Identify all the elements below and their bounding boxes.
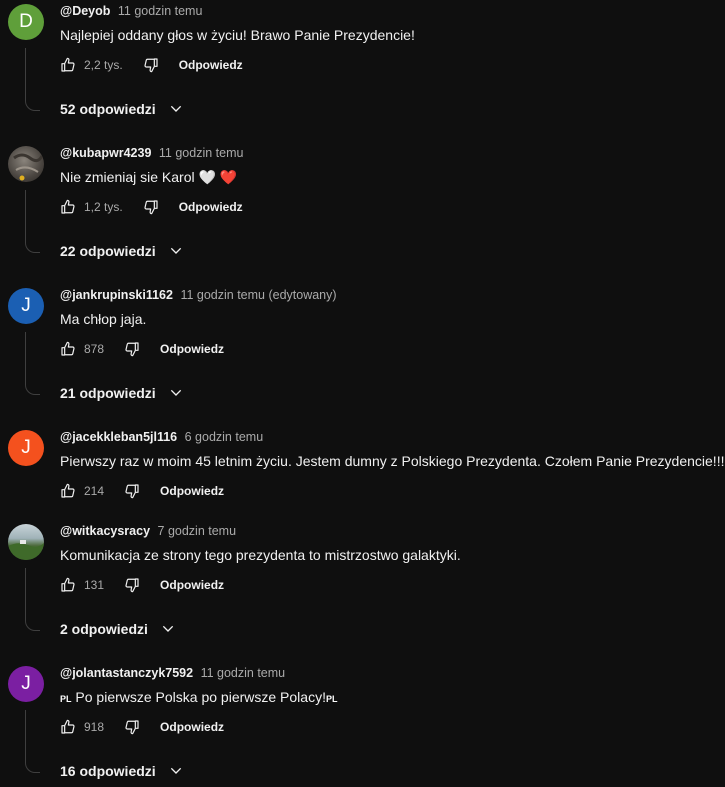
replies-count: 16 odpowiedzi: [60, 763, 156, 779]
author-name[interactable]: @Deyob: [60, 4, 110, 18]
thread-line: [25, 710, 40, 773]
comment-actions: 2,2 tys. Odpowiedz: [60, 55, 243, 75]
comment-actions: 1,2 tys. Odpowiedz: [60, 197, 243, 217]
avatar-letter: J: [21, 295, 31, 316]
avatar[interactable]: J: [8, 288, 44, 324]
dislike-icon[interactable]: [143, 199, 159, 215]
author-name[interactable]: @kubapwr4239: [60, 146, 151, 160]
thread-line: [25, 568, 40, 631]
chevron-down-icon: [162, 625, 174, 632]
like-count: 878: [84, 342, 105, 356]
show-replies-button[interactable]: 21 odpowiedzi: [60, 385, 184, 401]
comment-text: Najlepiej oddany głos w życiu! Brawo Pan…: [60, 27, 415, 43]
replies-count: 22 odpowiedzi: [60, 243, 156, 259]
show-replies-button[interactable]: 52 odpowiedzi: [60, 101, 184, 117]
like-icon[interactable]: [60, 57, 76, 73]
avatar-letter: J: [21, 673, 31, 694]
like-count: 1,2 tys.: [84, 200, 123, 214]
comment-header: @witkacysracy 7 godzin temu: [60, 524, 236, 538]
reply-button[interactable]: Odpowiedz: [179, 200, 243, 214]
comment-actions: 214 Odpowiedz: [60, 481, 224, 501]
show-replies-button[interactable]: 22 odpowiedzi: [60, 243, 184, 259]
show-replies-button[interactable]: 2 odpowiedzi: [60, 621, 176, 637]
timestamp[interactable]: 7 godzin temu: [158, 524, 237, 538]
dislike-icon[interactable]: [124, 577, 140, 593]
comment-text: Pierwszy raz w moim 45 letnim życiu. Jes…: [60, 453, 725, 469]
author-name[interactable]: @jankrupinski1162: [60, 288, 173, 302]
timestamp[interactable]: 11 godzin temu: [118, 4, 203, 18]
reply-button[interactable]: Odpowiedz: [160, 342, 224, 356]
avatar[interactable]: J: [8, 666, 44, 702]
comment-text: Ma chłop jaja.: [60, 311, 147, 327]
author-name[interactable]: @witkacysracy: [60, 524, 150, 538]
comment-actions: 878 Odpowiedz: [60, 339, 224, 359]
avatar[interactable]: [8, 524, 44, 560]
reply-button[interactable]: Odpowiedz: [160, 578, 224, 592]
dislike-icon[interactable]: [124, 719, 140, 735]
avatar-photo-icon: [13, 153, 44, 181]
thread-line: [25, 48, 40, 111]
thread-line: [25, 190, 40, 253]
timestamp[interactable]: 11 godzin temu: [201, 666, 286, 680]
avatar-letter: D: [19, 11, 33, 32]
poland-flag-emoji: PL: [60, 694, 72, 704]
comment-text: Nie zmieniaj sie Karol 🤍 ❤️: [60, 169, 238, 185]
show-replies-button[interactable]: 16 odpowiedzi: [60, 763, 184, 779]
like-count: 918: [84, 720, 105, 734]
comment-header: @jolantastanczyk7592 11 godzin temu: [60, 666, 285, 680]
reply-button[interactable]: Odpowiedz: [160, 720, 224, 734]
timestamp[interactable]: 6 godzin temu: [185, 430, 264, 444]
like-icon[interactable]: [60, 577, 76, 593]
timestamp[interactable]: 11 godzin temu (edytowany): [180, 288, 336, 302]
replies-count: 21 odpowiedzi: [60, 385, 156, 401]
comment-header: @jankrupinski1162 11 godzin temu (edytow…: [60, 288, 337, 302]
author-name[interactable]: @jolantastanczyk7592: [60, 666, 193, 680]
like-icon[interactable]: [60, 341, 76, 357]
chevron-down-icon: [170, 247, 181, 254]
author-name[interactable]: @jacekkleban5jl116: [60, 430, 177, 444]
reply-button[interactable]: Odpowiedz: [179, 58, 243, 72]
avatar[interactable]: J: [8, 430, 44, 466]
like-icon[interactable]: [60, 719, 76, 735]
reply-button[interactable]: Odpowiedz: [160, 484, 224, 498]
comment-text: Komunikacja ze strony tego prezydenta to…: [60, 547, 461, 563]
replies-count: 2 odpowiedzi: [60, 621, 148, 637]
thread-line: [25, 332, 40, 395]
dislike-icon[interactable]: [124, 483, 140, 499]
like-count: 131: [84, 578, 105, 592]
comment-header: @jacekkleban5jl116 6 godzin temu: [60, 430, 263, 444]
timestamp[interactable]: 11 godzin temu: [159, 146, 244, 160]
replies-count: 52 odpowiedzi: [60, 101, 156, 117]
avatar[interactable]: D: [8, 4, 44, 40]
comment-header: @kubapwr4239 11 godzin temu: [60, 146, 243, 160]
like-count: 2,2 tys.: [84, 58, 123, 72]
dislike-icon[interactable]: [124, 341, 140, 357]
chevron-down-icon: [170, 389, 181, 396]
comment-text: PL Po pierwsze Polska po pierwsze Polacy…: [60, 689, 337, 705]
dislike-icon[interactable]: [143, 57, 159, 73]
comment-actions: 131 Odpowiedz: [60, 575, 224, 595]
comment-text-body: Po pierwsze Polska po pierwsze Polacy!: [71, 689, 326, 705]
avatar[interactable]: [8, 146, 44, 182]
comment-actions: 918 Odpowiedz: [60, 717, 224, 737]
comment-header: @Deyob 11 godzin temu: [60, 4, 202, 18]
poland-flag-emoji: PL: [325, 694, 338, 704]
avatar-photo-icon: [8, 540, 44, 560]
avatar-letter: J: [21, 437, 31, 458]
like-count: 214: [84, 484, 105, 498]
like-icon[interactable]: [60, 483, 76, 499]
like-icon[interactable]: [60, 199, 76, 215]
chevron-down-icon: [170, 767, 181, 774]
chevron-down-icon: [170, 105, 181, 112]
